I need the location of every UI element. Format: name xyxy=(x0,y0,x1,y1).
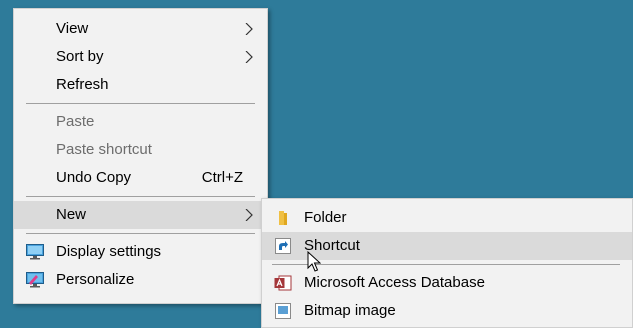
mouse-pointer-icon xyxy=(307,251,321,272)
menu-item-paste-shortcut: Paste shortcut xyxy=(14,136,267,164)
menu-item-label: Undo Copy xyxy=(56,169,132,186)
menu-separator xyxy=(26,103,255,104)
menu-item-label: Sort by xyxy=(56,48,104,65)
menu-item-label: Paste shortcut xyxy=(56,141,152,158)
menu-item-label: Folder xyxy=(304,209,347,226)
menu-item-refresh[interactable]: Refresh xyxy=(14,71,267,99)
menu-item-new-access-database[interactable]: Microsoft Access Database xyxy=(262,269,632,297)
menu-item-label: Paste xyxy=(56,113,95,130)
menu-item-label: New xyxy=(56,206,87,223)
chevron-right-icon xyxy=(245,209,253,221)
menu-separator xyxy=(272,264,620,265)
menu-item-new-bitmap-image[interactable]: Bitmap image xyxy=(262,297,632,325)
menu-item-accelerator: Ctrl+Z xyxy=(201,169,243,186)
personalize-icon xyxy=(26,272,44,288)
display-settings-icon xyxy=(26,244,44,260)
menu-item-sort-by[interactable]: Sort by xyxy=(14,43,267,71)
menu-item-label: Display settings xyxy=(56,243,162,260)
shortcut-icon xyxy=(275,238,291,254)
menu-item-view[interactable]: View xyxy=(14,15,267,43)
menu-item-label: Refresh xyxy=(56,76,109,93)
menu-separator xyxy=(26,196,255,197)
menu-item-label: Personalize xyxy=(56,271,135,288)
folder-icon xyxy=(279,211,287,225)
menu-item-undo-copy[interactable]: Undo Copy Ctrl+Z xyxy=(14,164,267,192)
menu-item-label: Microsoft Access Database xyxy=(304,274,485,291)
bitmap-image-icon xyxy=(275,303,291,319)
menu-item-personalize[interactable]: Personalize xyxy=(14,266,267,294)
menu-item-new[interactable]: New xyxy=(14,201,267,229)
menu-separator xyxy=(26,233,255,234)
menu-item-new-folder[interactable]: Folder xyxy=(262,204,632,232)
menu-item-label: View xyxy=(56,20,89,37)
access-database-icon xyxy=(274,275,292,291)
desktop-context-menu: View Sort by Refresh Paste Paste shortcu… xyxy=(13,8,268,304)
chevron-right-icon xyxy=(245,51,253,63)
menu-item-display-settings[interactable]: Display settings xyxy=(14,238,267,266)
menu-item-label: Bitmap image xyxy=(304,302,396,319)
chevron-right-icon xyxy=(245,23,253,35)
menu-item-paste: Paste xyxy=(14,108,267,136)
